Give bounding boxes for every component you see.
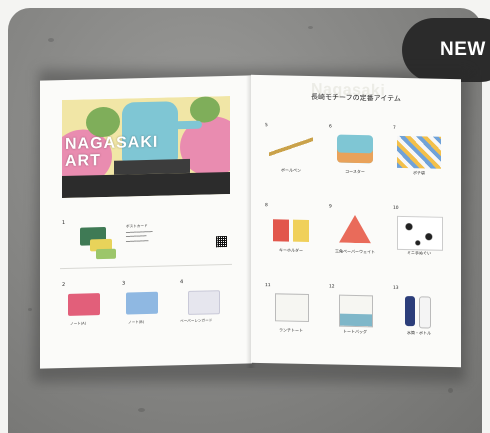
product-cell: 9 三角ペーパーウェイト	[329, 204, 375, 255]
keychain-photo	[293, 219, 309, 243]
product-cell: 8 キーホルダー	[263, 203, 319, 284]
keychain-photo	[273, 219, 289, 242]
paper-holder	[188, 290, 220, 315]
notebook-a	[68, 293, 100, 316]
bottle-photo	[419, 296, 431, 329]
paperweight-photo	[339, 215, 371, 244]
item-label: ポストカード	[126, 223, 148, 229]
lunch-tote-photo	[275, 293, 309, 323]
item-label: ノート(A)	[70, 321, 87, 326]
notebook-b	[126, 291, 158, 315]
item-label: ペーパーレンガード	[180, 318, 213, 324]
ballpen-photo	[269, 133, 313, 167]
nagasaki-art-illustration: NAGASAKI ART	[62, 95, 230, 199]
product-cell: 13 水筒・ボトル	[393, 285, 431, 336]
product-cell: 7 ポチ袋	[391, 126, 447, 207]
left-page: NAGASAKI ART 1 ポストカード ━━━━━━━━━━━━━ ━━━━━…	[40, 75, 252, 369]
tote-bag-photo	[339, 294, 373, 328]
page-title: 長崎モチーフの定番アイテム	[311, 93, 401, 103]
art-title: NAGASAKI ART	[65, 133, 159, 170]
product-cell: 5 ボールペン	[263, 123, 319, 204]
bottle-photo	[405, 296, 415, 327]
product-cell: 11 ランチトート	[263, 283, 319, 364]
item-number: 3	[122, 280, 126, 287]
right-page: Nagasaki 長崎モチーフの定番アイテム 5 ボールペン 6 コースター 7…	[251, 74, 461, 368]
item-number: 4	[180, 279, 184, 286]
coaster-photo	[337, 134, 373, 164]
product-cell: 10 ミニ手ぬぐい	[391, 206, 447, 287]
tenugui-photo	[397, 215, 443, 251]
item-label: ノート(B)	[128, 320, 145, 325]
qr-code	[216, 236, 227, 248]
product-cell: 6 コースター	[327, 124, 383, 205]
postcard-product	[96, 248, 116, 260]
item-number: 1	[62, 219, 66, 227]
envelope-photo	[397, 135, 441, 169]
product-cell: 12 トートバッグ	[327, 284, 383, 365]
item-number: 2	[62, 281, 66, 289]
